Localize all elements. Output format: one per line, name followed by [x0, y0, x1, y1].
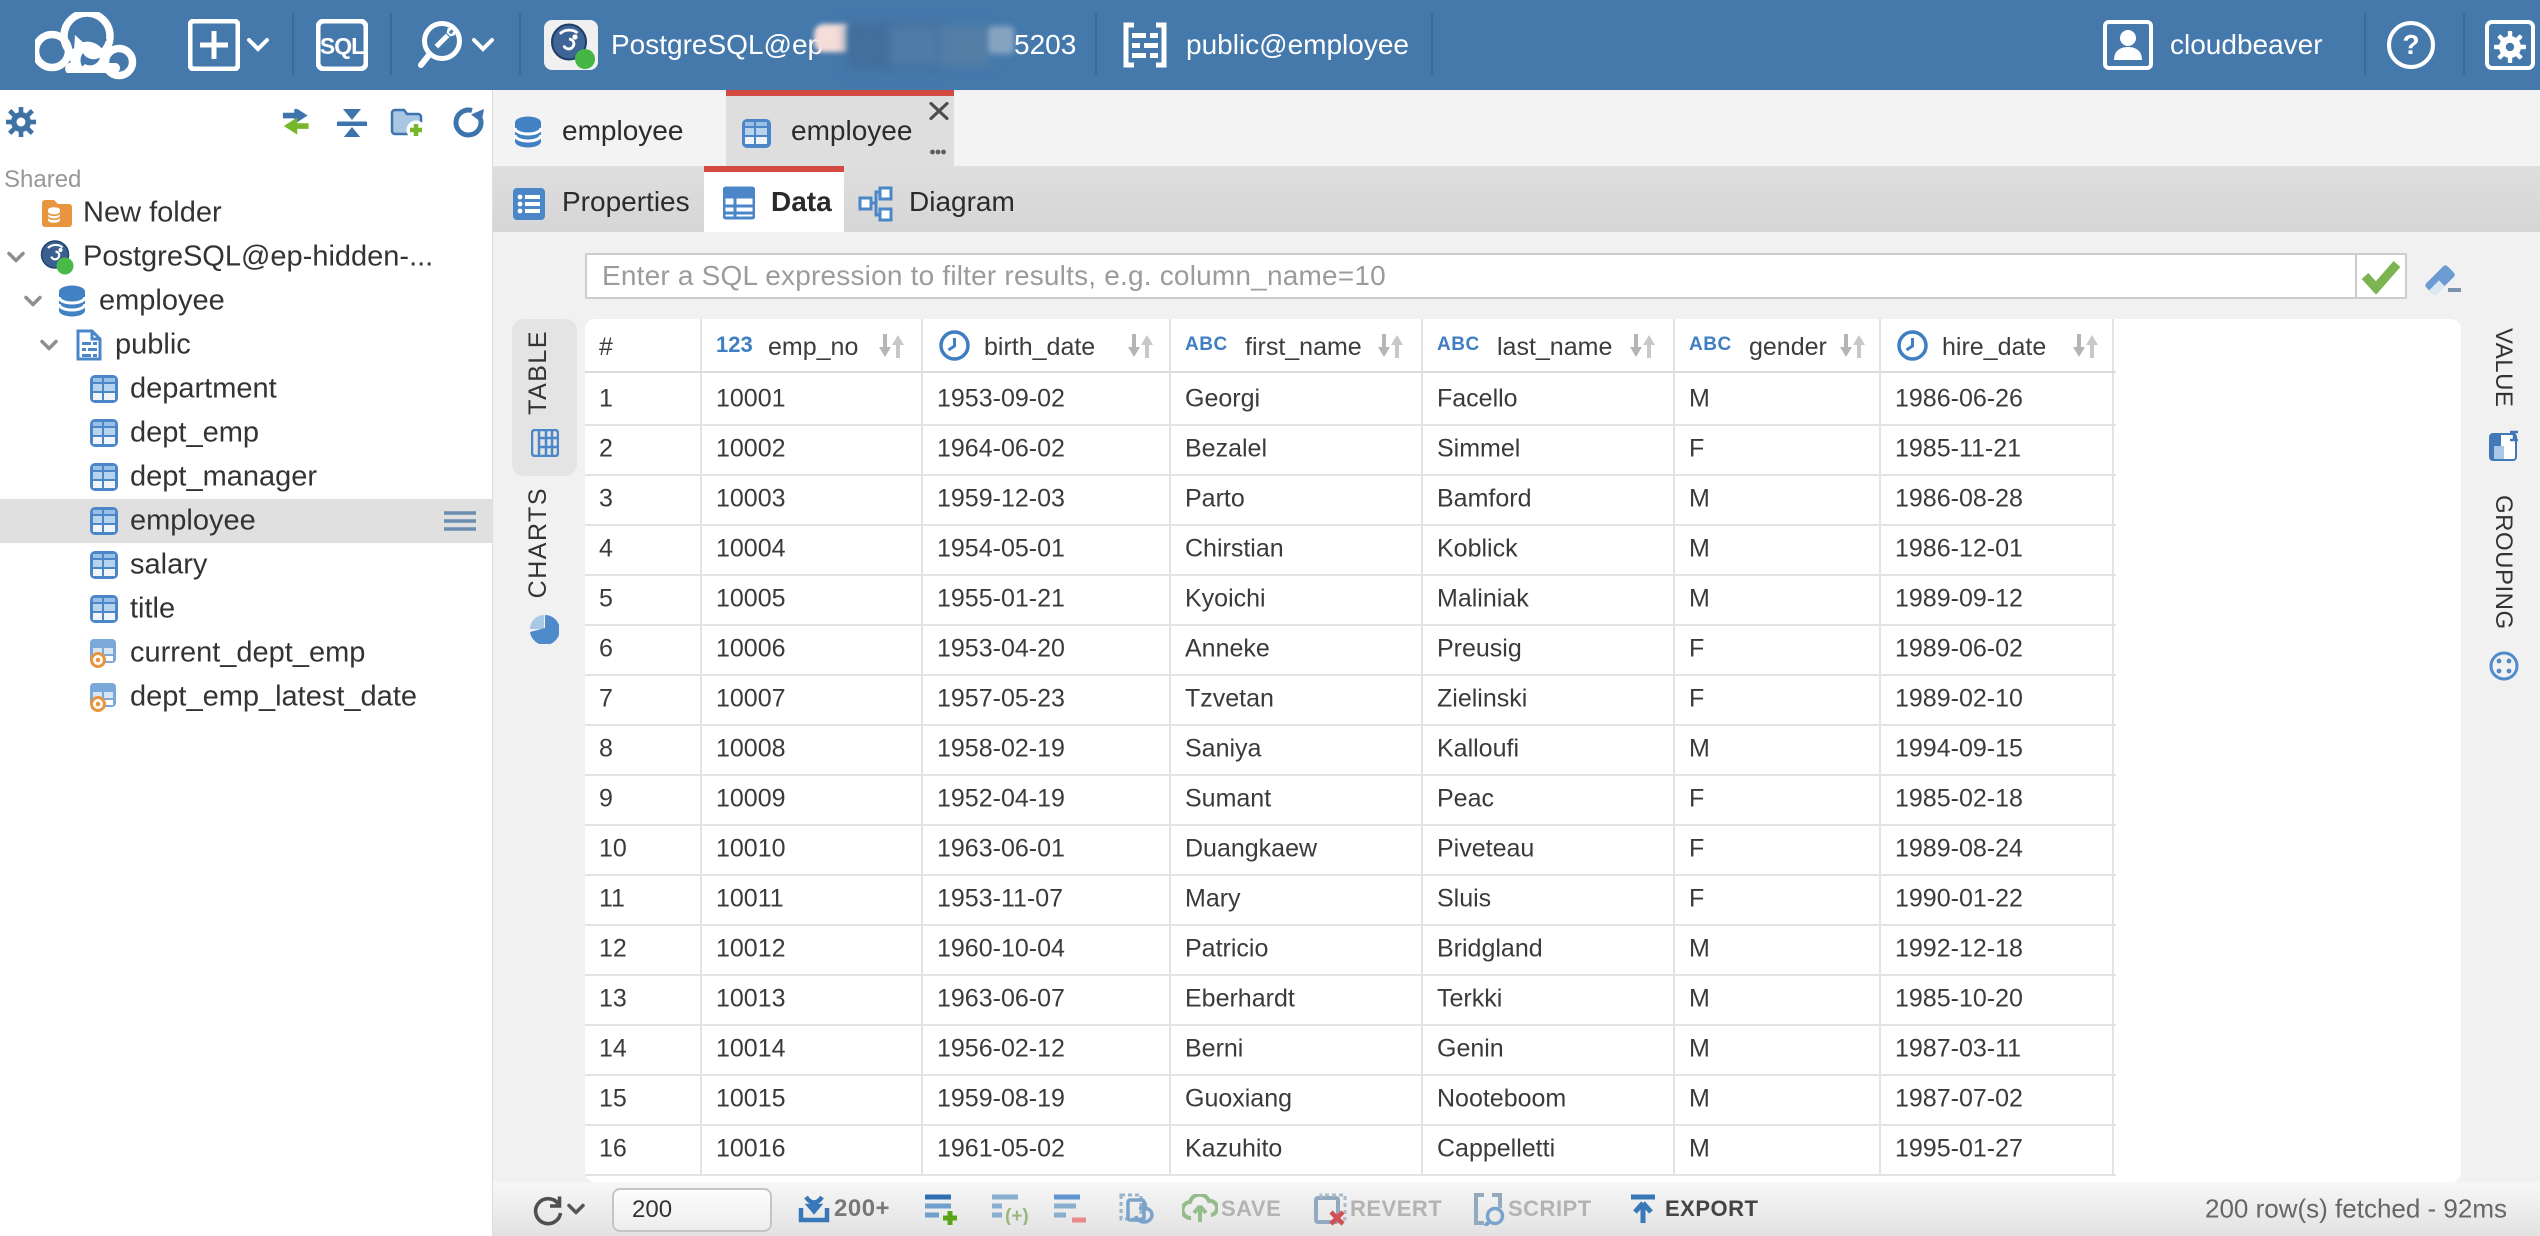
svg-text:(+): (+) [1005, 1206, 1028, 1225]
svg-text:?: ? [2402, 29, 2419, 60]
svg-text:SQL: SQL [320, 33, 365, 59]
